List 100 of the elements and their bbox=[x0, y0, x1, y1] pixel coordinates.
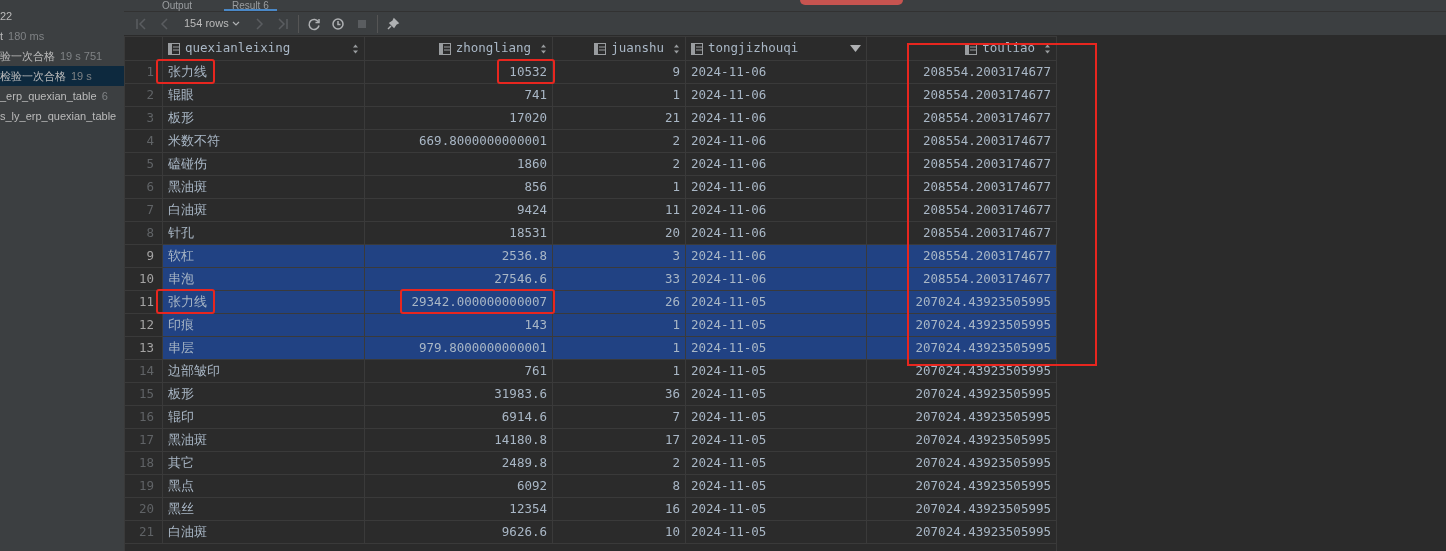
table-cell: 2024-11-05 bbox=[691, 385, 767, 401]
table-cell: 9424 bbox=[516, 201, 547, 217]
table-cell: 761 bbox=[524, 362, 547, 378]
table-cell: 2024-11-05 bbox=[691, 500, 767, 516]
table-cell: 9626.6 bbox=[501, 523, 547, 539]
table-cell: 张力线 bbox=[168, 294, 207, 310]
table-cell: 2024-11-05 bbox=[691, 339, 767, 355]
table-cell: 14180.8 bbox=[494, 431, 547, 447]
table-cell: 10 bbox=[664, 523, 680, 539]
table-cell: 11 bbox=[664, 201, 680, 217]
table-cell: 1 bbox=[672, 178, 680, 194]
table-cell: 2024-11-05 bbox=[691, 477, 767, 493]
table-cell: 979.8000000000001 bbox=[419, 339, 547, 355]
row-number: 19 bbox=[124, 474, 163, 498]
list-item[interactable]: 验一次合格 19 s 751 bbox=[0, 46, 124, 66]
table-cell: 2024-11-06 bbox=[691, 155, 767, 171]
table-cell: 208554.2003174677 bbox=[923, 224, 1051, 240]
table-cell: 21 bbox=[664, 109, 680, 125]
table-cell: 9 bbox=[672, 63, 680, 79]
table-column-icon bbox=[691, 42, 703, 55]
table-cell: 辊印 bbox=[168, 409, 194, 425]
table-cell: 26 bbox=[664, 293, 680, 309]
sort-icon[interactable] bbox=[673, 43, 680, 54]
row-number: 14 bbox=[124, 359, 163, 383]
table-cell: 31983.6 bbox=[494, 385, 547, 401]
table-cell: 2489.8 bbox=[501, 454, 547, 470]
table-cell: 1 bbox=[672, 316, 680, 332]
table-cell: 207024.43923505995 bbox=[915, 431, 1051, 447]
table-cell: 8 bbox=[672, 477, 680, 493]
list-item[interactable]: _erp_quexian_table 6 bbox=[0, 86, 124, 106]
table-cell: 2024-11-06 bbox=[691, 132, 767, 148]
table-cell: 33 bbox=[664, 270, 680, 286]
chevron-down-icon bbox=[231, 20, 240, 27]
table-cell: 板形 bbox=[168, 386, 194, 402]
row-count-dropdown[interactable]: 154 rows bbox=[180, 15, 244, 32]
table-cell: 208554.2003174677 bbox=[923, 109, 1051, 125]
sort-icon[interactable] bbox=[540, 43, 547, 54]
table-cell: 2024-11-05 bbox=[691, 431, 767, 447]
table-cell: 白油斑 bbox=[168, 524, 207, 540]
row-number: 8 bbox=[124, 221, 163, 245]
row-number: 3 bbox=[124, 106, 163, 130]
table-cell: 黑丝 bbox=[168, 501, 194, 517]
table-cell: 1 bbox=[672, 362, 680, 378]
table-cell: 207024.43923505995 bbox=[915, 477, 1051, 493]
table-cell: 16 bbox=[664, 500, 680, 516]
row-number: 21 bbox=[124, 520, 163, 544]
table-cell: 6092 bbox=[516, 477, 547, 493]
row-number: 15 bbox=[124, 382, 163, 406]
table-cell: 207024.43923505995 bbox=[915, 523, 1051, 539]
table-cell: 黑油斑 bbox=[168, 179, 207, 195]
table-cell: 辊眼 bbox=[168, 87, 194, 103]
row-number: 10 bbox=[124, 267, 163, 291]
table-cell: 2024-11-05 bbox=[691, 316, 767, 332]
table-cell: 27546.6 bbox=[494, 270, 547, 286]
list-item[interactable]: 22 bbox=[0, 6, 124, 26]
table-cell: 2024-11-06 bbox=[691, 86, 767, 102]
table-cell: 2024-11-06 bbox=[691, 109, 767, 125]
table-cell: 黑油斑 bbox=[168, 432, 207, 448]
row-number: 7 bbox=[124, 198, 163, 222]
table-column-icon bbox=[965, 42, 978, 55]
row-number: 17 bbox=[124, 428, 163, 452]
table-cell: 2536.8 bbox=[501, 247, 547, 263]
selected-list-item[interactable]: 检验一次合格 19 s bbox=[0, 66, 124, 86]
list-item[interactable]: t 180 ms bbox=[0, 26, 124, 46]
caret-icon[interactable] bbox=[850, 45, 861, 52]
table-cell: 208554.2003174677 bbox=[923, 270, 1051, 286]
table-cell: 207024.43923505995 bbox=[915, 362, 1051, 378]
table-cell: 208554.2003174677 bbox=[923, 178, 1051, 194]
table-cell: 208554.2003174677 bbox=[923, 86, 1051, 102]
table-cell: 2024-11-06 bbox=[691, 178, 767, 194]
row-number: 12 bbox=[124, 313, 163, 337]
table-cell: 串泡 bbox=[168, 271, 194, 287]
table-cell: 207024.43923505995 bbox=[915, 454, 1051, 470]
table-cell: 板形 bbox=[168, 110, 194, 126]
sort-icon[interactable] bbox=[352, 43, 359, 54]
table-cell: 2024-11-05 bbox=[691, 454, 767, 470]
table-column-icon bbox=[168, 42, 180, 55]
table-cell: 20 bbox=[664, 224, 680, 240]
table-cell: 29342.000000000007 bbox=[411, 293, 547, 309]
table-cell: 串层 bbox=[168, 340, 194, 356]
table-cell: 6914.6 bbox=[501, 408, 547, 424]
table-column-icon bbox=[594, 42, 607, 55]
table-cell: 207024.43923505995 bbox=[915, 339, 1051, 355]
table-cell: 207024.43923505995 bbox=[915, 385, 1051, 401]
tab[interactable]: Output bbox=[154, 0, 201, 11]
table-cell: 黑点 bbox=[168, 478, 194, 494]
table-cell: 207024.43923505995 bbox=[915, 316, 1051, 332]
table-cell: 18531 bbox=[509, 224, 547, 240]
table-cell: 2024-11-06 bbox=[691, 63, 767, 79]
table-cell: 针孔 bbox=[168, 225, 194, 241]
sort-icon[interactable] bbox=[1044, 43, 1051, 54]
table-cell: 12354 bbox=[509, 500, 547, 516]
table-cell: 软杠 bbox=[168, 248, 194, 264]
table-cell: 1860 bbox=[516, 155, 547, 171]
table-cell: 2024-11-06 bbox=[691, 224, 767, 240]
table-column-icon bbox=[438, 42, 451, 55]
table-cell: 2024-11-06 bbox=[691, 270, 767, 286]
table-cell: 1 bbox=[672, 339, 680, 355]
row-number: 5 bbox=[124, 152, 163, 176]
list-item[interactable]: s_ly_erp_quexian_table bbox=[0, 106, 124, 126]
